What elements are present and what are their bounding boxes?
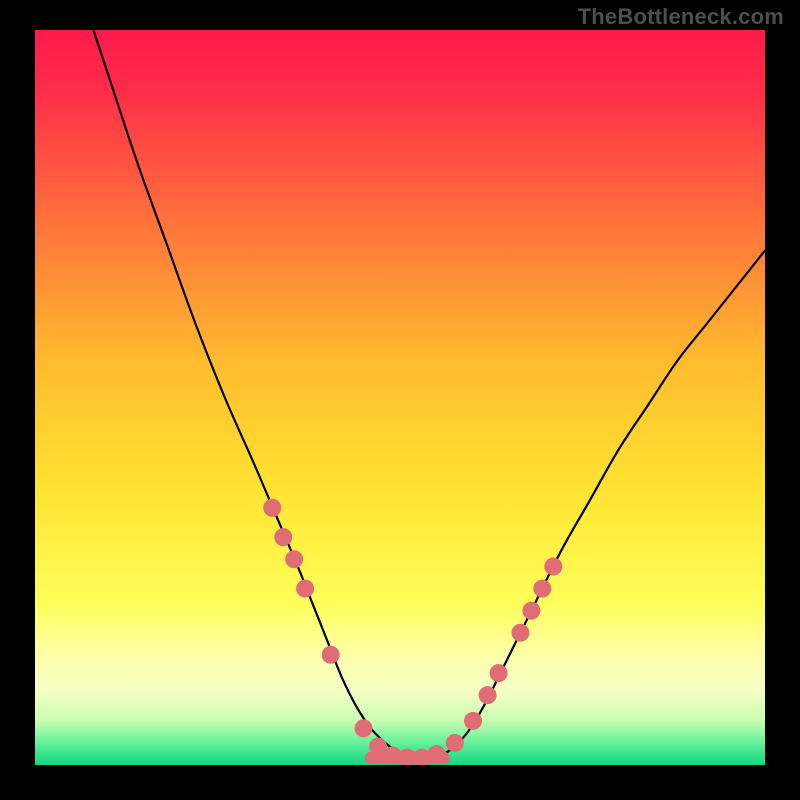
marker-dot — [446, 734, 464, 752]
plot-area — [35, 30, 765, 765]
marker-dot — [428, 745, 446, 763]
watermark-text: TheBottleneck.com — [578, 4, 784, 30]
marker-dot — [274, 528, 292, 546]
marker-dot — [511, 624, 529, 642]
marker-dot — [285, 550, 303, 568]
bottleneck-chart — [35, 30, 765, 765]
marker-dot — [522, 602, 540, 620]
marker-dot — [479, 686, 497, 704]
chart-frame: TheBottleneck.com — [0, 0, 800, 800]
marker-dot — [263, 499, 281, 517]
marker-dot — [296, 580, 314, 598]
gradient-background — [35, 30, 765, 765]
marker-dot — [322, 646, 340, 664]
marker-dot — [464, 712, 482, 730]
marker-dot — [490, 664, 508, 682]
marker-dot — [533, 580, 551, 598]
marker-dot — [355, 719, 373, 737]
marker-dot — [544, 558, 562, 576]
